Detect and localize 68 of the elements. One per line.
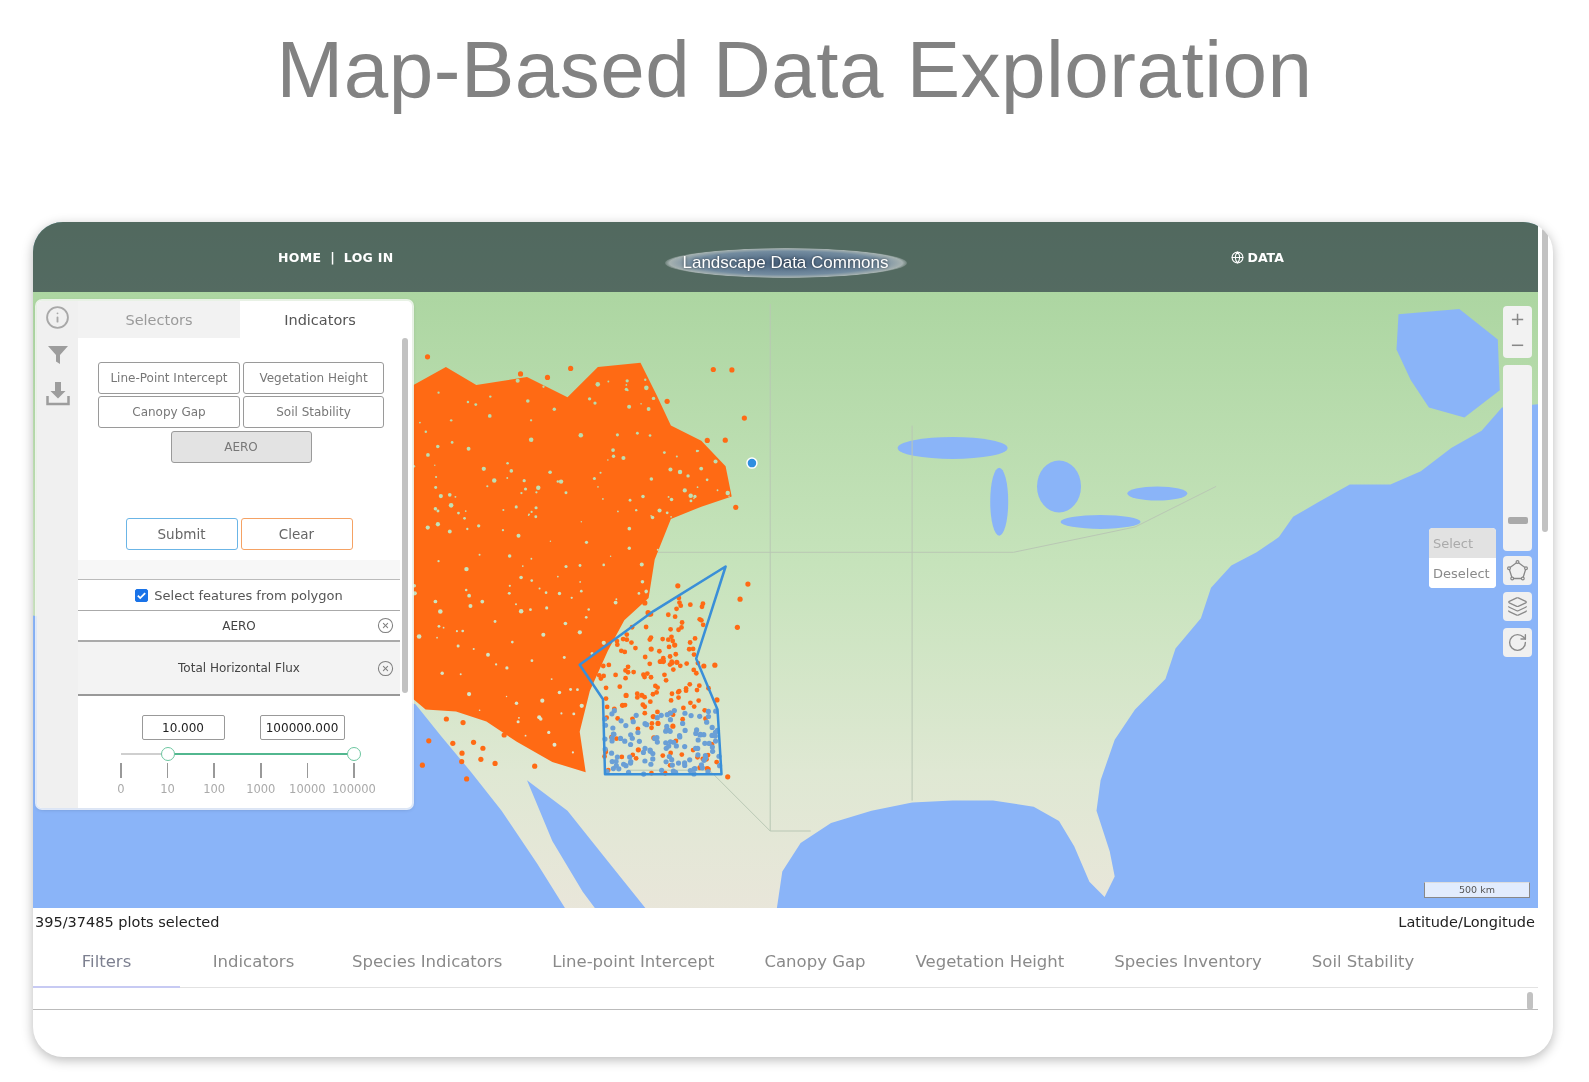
refresh-button[interactable] (1503, 628, 1532, 657)
checkbox[interactable] (135, 588, 149, 602)
tick-label: 100 (203, 782, 226, 796)
tick-label: 0 (117, 782, 125, 796)
lake (990, 467, 1009, 536)
tab[interactable]: Indicators (180, 936, 327, 988)
zoom-out-button[interactable]: − (1503, 332, 1532, 358)
tick-mark (306, 763, 309, 778)
filter-icon[interactable] (45, 343, 70, 367)
scale-bar: 500 km (1424, 882, 1530, 898)
filter-group-label: AERO (222, 618, 256, 633)
indicator-button[interactable]: Vegetation Height (243, 362, 384, 394)
tick-mark (120, 763, 122, 778)
submit-button[interactable]: Submit (125, 518, 238, 550)
indicator-button[interactable]: Line-Point Intercept (98, 362, 240, 394)
layers-button[interactable] (1503, 592, 1532, 621)
zoom-in-button[interactable]: + (1503, 306, 1532, 332)
min-value-input[interactable]: 10.000 (141, 715, 225, 740)
layers-icon (1507, 596, 1528, 617)
tab[interactable]: Filters (33, 936, 180, 988)
tab[interactable]: Vegetation Height (890, 936, 1090, 988)
globe-icon (1230, 250, 1244, 264)
clear-button[interactable]: Clear (240, 518, 353, 550)
site-logo[interactable]: Landscape Data Commons (664, 248, 907, 278)
tick-mark (260, 763, 262, 778)
close-icon[interactable] (376, 659, 394, 677)
tab[interactable]: Species Indicators (327, 936, 528, 988)
indicator-button[interactable]: Canopy Gap (98, 396, 240, 428)
max-value-input[interactable]: 100000.000 (259, 715, 345, 740)
tab[interactable]: Line-point Intercept (527, 936, 740, 988)
zoom-slider-track[interactable] (1503, 365, 1532, 551)
selection-polygon[interactable] (578, 565, 727, 776)
indicator-button[interactable]: Soil Stability (243, 396, 384, 428)
slider-thumb[interactable] (347, 747, 361, 761)
tick-label: 1000 (246, 782, 276, 796)
nav-link[interactable]: LOG IN (343, 249, 394, 265)
info-icon[interactable] (45, 305, 70, 330)
panel-tab[interactable]: Selectors (78, 301, 240, 338)
download-icon[interactable] (44, 380, 71, 406)
nav-link[interactable]: HOME (278, 249, 322, 265)
checkbox-label: Select features from polygon (154, 587, 343, 603)
scrollbar[interactable] (1527, 992, 1533, 1010)
nav-separator: | (330, 249, 335, 265)
tab[interactable]: Canopy Gap (739, 936, 891, 988)
data-link[interactable]: DATA (1230, 249, 1284, 265)
refresh-icon (1507, 632, 1528, 653)
tab[interactable]: Soil Stability (1286, 936, 1440, 988)
tick-mark (166, 763, 169, 778)
tick-mark (353, 763, 355, 778)
lake (1127, 486, 1188, 501)
filter-label: Total Horizontal Flux (178, 661, 300, 675)
tick-label: 10 (160, 782, 175, 796)
tab[interactable]: Species Inventory (1089, 936, 1287, 988)
coordinate-mode: Latitude/Longitude (1398, 914, 1535, 930)
tick-mark (213, 763, 215, 778)
scrollbar[interactable] (1542, 228, 1548, 532)
indicator-button[interactable]: AERO (170, 431, 312, 463)
close-icon[interactable] (376, 617, 394, 634)
polygon-icon (1507, 560, 1528, 581)
selection-count: 395/37485 plots selected (35, 914, 220, 930)
polygon-tool-button[interactable] (1503, 556, 1532, 585)
tick-icon (136, 589, 148, 601)
location-marker (746, 457, 758, 469)
slider-thumb[interactable] (160, 747, 175, 761)
tick-label: 100000 (332, 782, 376, 796)
scrollbar[interactable] (402, 338, 408, 693)
zoom-slider-handle[interactable] (1507, 517, 1528, 525)
tick-label: 10000 (289, 782, 326, 796)
